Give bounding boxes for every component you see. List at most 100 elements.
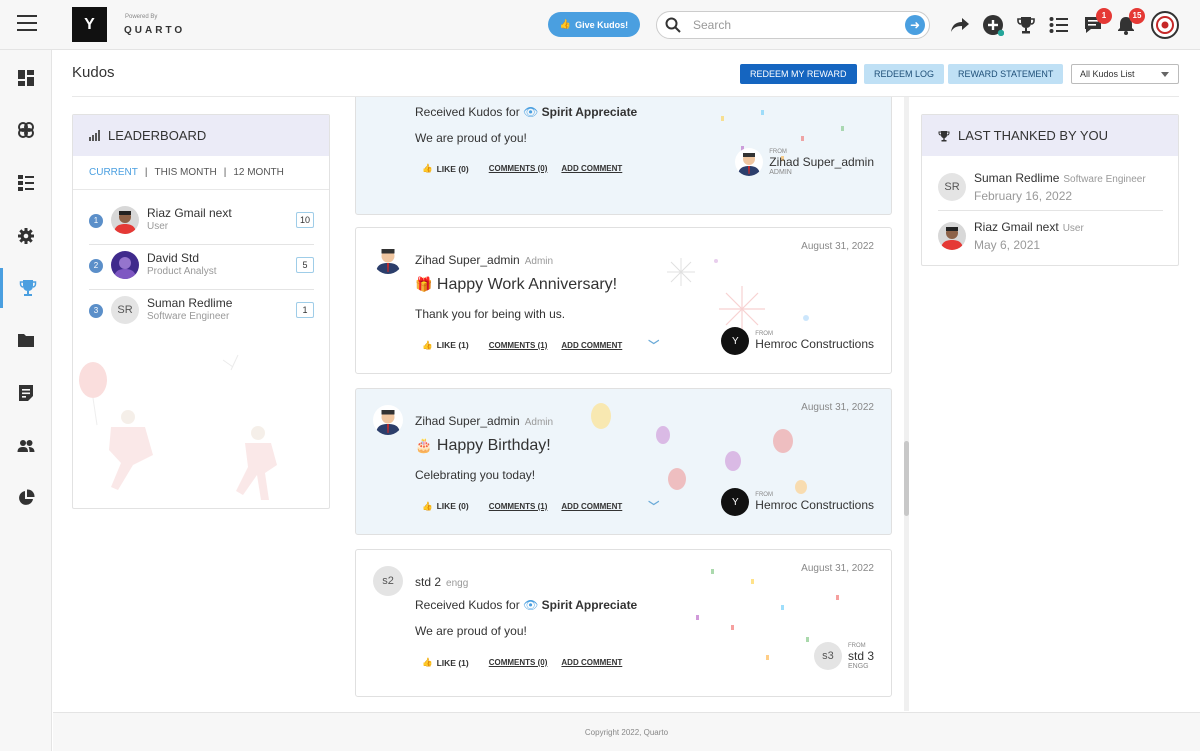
- comments-link[interactable]: COMMENTS (0): [489, 658, 548, 667]
- post-actions: 👍 LIKE (1) COMMENTS (1) ADD COMMENT ﹀: [422, 337, 659, 353]
- dashboard-icon[interactable]: [0, 58, 52, 98]
- notifications-icon[interactable]: 15: [1115, 8, 1145, 36]
- tab-12-month[interactable]: 12 MONTH: [233, 167, 284, 178]
- tab-current[interactable]: CURRENT: [89, 167, 138, 178]
- comments-link[interactable]: COMMENTS (1): [489, 502, 548, 511]
- leaderboard-row[interactable]: 3 SR Suman Redlime Software Engineer 1: [89, 291, 314, 335]
- author-avatar[interactable]: [373, 244, 403, 274]
- company-logo[interactable]: Y: [72, 7, 107, 42]
- leaderboard-name: Suman Redlime: [147, 296, 233, 310]
- powered-by-label: Powered By: [125, 14, 158, 20]
- thanked-date: May 6, 2021: [974, 238, 1041, 252]
- author-avatar[interactable]: [373, 405, 403, 435]
- from-block: FROM Zihad Super_admin ADMIN: [735, 148, 874, 176]
- like-button[interactable]: 👍 LIKE (0): [422, 501, 469, 512]
- post-message: Thank you for being with us.: [415, 307, 566, 321]
- avatar-initials: s2: [373, 566, 403, 596]
- kudos-filter-select[interactable]: All Kudos List: [1071, 64, 1179, 84]
- teams-icon[interactable]: [0, 110, 52, 150]
- user-avatar[interactable]: [1151, 11, 1179, 39]
- kudos-count: 5: [296, 257, 314, 273]
- list-icon[interactable]: [1048, 14, 1070, 36]
- add-comment-link[interactable]: ADD COMMENT: [561, 341, 622, 350]
- kudos-prefix: Received Kudos for: [415, 105, 520, 119]
- avatar: [735, 148, 764, 176]
- leaderboard-row[interactable]: 1 Riaz Gmail next User 10: [89, 201, 314, 245]
- kudos-count: 1: [296, 302, 314, 318]
- chevron-down-icon[interactable]: ﹀: [648, 498, 659, 514]
- thanked-name: Suman Redlime Software Engineer: [974, 171, 1146, 185]
- settings-icon[interactable]: [0, 216, 52, 256]
- thanked-row[interactable]: SR Suman Redlime Software Engineer Februa…: [938, 165, 1163, 215]
- author-role: engg: [446, 578, 469, 589]
- celebration-illustration: [79, 354, 277, 500]
- leaderboard-title: LEADERBOARD: [108, 128, 207, 143]
- reward-statement-button[interactable]: REWARD STATEMENT: [948, 64, 1064, 84]
- people-icon[interactable]: [0, 426, 52, 466]
- like-label: LIKE (0): [436, 163, 469, 174]
- reports-pie-icon[interactable]: [0, 478, 52, 518]
- feed-scrollbar[interactable]: [904, 97, 909, 711]
- leaderboard-role: Product Analyst: [147, 266, 217, 277]
- from-role: ADMIN: [769, 168, 792, 176]
- post-author: std 2 engg: [415, 575, 468, 589]
- like-button[interactable]: 👍 LIKE (1): [422, 657, 469, 668]
- author-name: std 2: [415, 575, 442, 589]
- add-comment-link[interactable]: ADD COMMENT: [561, 658, 622, 667]
- avatar-initials: SR: [111, 296, 139, 324]
- footer: Copyright 2022, Quarto: [53, 712, 1200, 751]
- add-comment-link[interactable]: ADD COMMENT: [561, 502, 622, 511]
- page-title: Kudos: [72, 64, 115, 81]
- thanked-role: Software Engineer: [1063, 174, 1146, 185]
- kudos-card: Received Kudos for 👁 Spirit Appreciate W…: [355, 97, 892, 215]
- like-button[interactable]: 👍 LIKE (1): [422, 340, 469, 351]
- share-icon[interactable]: [949, 14, 971, 36]
- search-bar: ➜: [656, 11, 930, 39]
- add-circle-icon[interactable]: [982, 14, 1004, 36]
- kudos-trophy-icon[interactable]: [0, 268, 52, 308]
- from-name: Hemroc Constructions: [755, 337, 874, 351]
- author-role: Admin: [524, 417, 554, 428]
- chevron-down-icon[interactable]: ﹀: [648, 337, 659, 353]
- add-comment-link[interactable]: ADD COMMENT: [561, 164, 622, 173]
- thanked-name: Riaz Gmail next User: [974, 220, 1084, 234]
- search-submit-icon[interactable]: ➜: [905, 15, 925, 35]
- thumbs-up-icon: 👍: [559, 19, 572, 29]
- kudos-feed: Received Kudos for 👁 Spirit Appreciate W…: [355, 97, 892, 711]
- kudos-type: Spirit Appreciate: [541, 105, 638, 119]
- comments-link[interactable]: COMMENTS (1): [489, 341, 548, 350]
- post-title-text: Happy Birthday!: [436, 437, 551, 454]
- scrollbar-thumb[interactable]: [904, 441, 909, 516]
- thanked-row[interactable]: Riaz Gmail next User May 6, 2021: [938, 214, 1163, 264]
- like-icon: 👍: [422, 163, 433, 173]
- redeem-log-button[interactable]: REDEEM LOG: [864, 64, 945, 84]
- kudos-message: We are proud of you!: [415, 131, 527, 145]
- like-button[interactable]: 👍 LIKE (0): [422, 163, 469, 174]
- search-input[interactable]: [693, 18, 905, 32]
- post-actions: 👍 LIKE (1) COMMENTS (0) ADD COMMENT: [422, 657, 636, 668]
- leaderboard-header: LEADERBOARD: [73, 115, 329, 156]
- give-kudos-button[interactable]: 👍 Give Kudos!: [548, 12, 640, 37]
- post-date: August 31, 2022: [801, 402, 874, 413]
- search-icon: [665, 17, 681, 33]
- menu-icon[interactable]: [17, 15, 37, 33]
- thanked-person: Riaz Gmail next: [974, 220, 1059, 234]
- messages-icon[interactable]: 1: [1082, 8, 1112, 36]
- kudos-card: Zihad Super_admin Admin August 31, 2022 🎁…: [355, 227, 892, 374]
- tab-this-month[interactable]: THIS MONTH: [155, 167, 217, 178]
- kudos-count: 10: [296, 212, 314, 228]
- from-block: Y FROM Hemroc Constructions: [721, 488, 874, 516]
- balloons-decoration: [591, 403, 807, 494]
- notes-icon[interactable]: [0, 373, 52, 413]
- author-avatar[interactable]: s2: [373, 566, 403, 596]
- redeem-my-reward-button[interactable]: REDEEM MY REWARD: [740, 64, 857, 84]
- trophy-icon[interactable]: [1015, 14, 1037, 36]
- comments-link[interactable]: COMMENTS (0): [489, 164, 548, 173]
- folder-icon[interactable]: [0, 320, 52, 360]
- kudos-filter-value: All Kudos List: [1080, 69, 1135, 79]
- tab-separator: |: [223, 167, 227, 178]
- avatar: s3: [813, 642, 842, 670]
- leaderboard-row[interactable]: 2 David Std Product Analyst 5: [89, 246, 314, 290]
- from-block: s3 FROM std 3 ENGG: [813, 642, 874, 670]
- tasks-icon[interactable]: [0, 163, 52, 203]
